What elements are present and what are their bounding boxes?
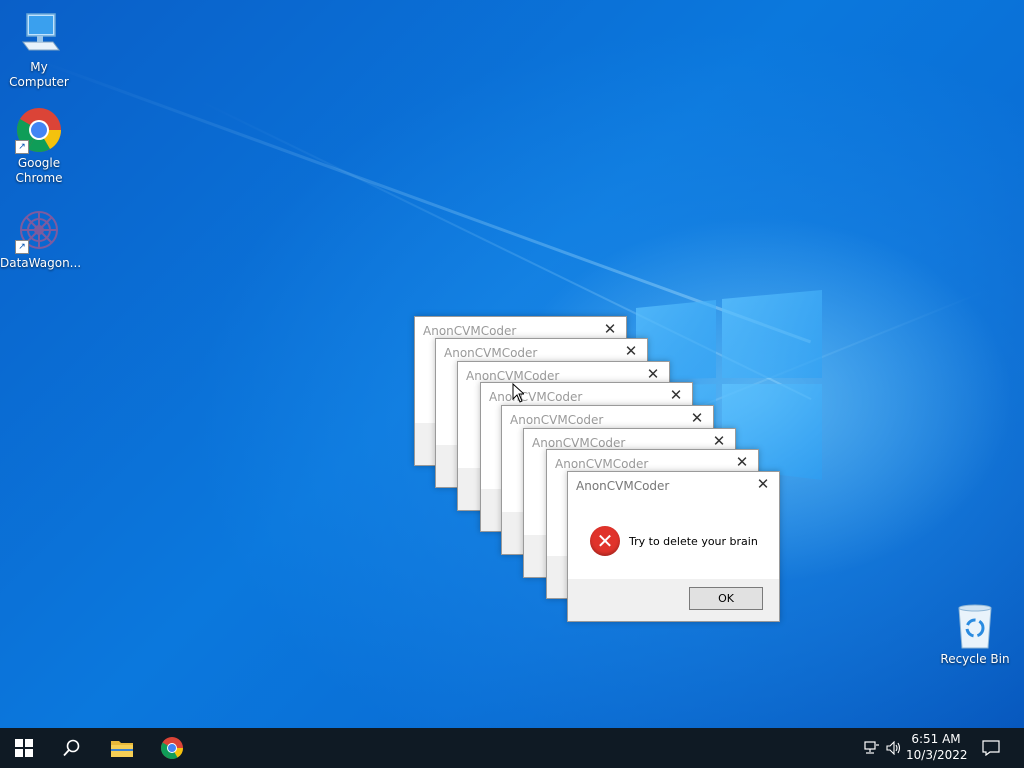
- dialog-title: AnonCVMCoder: [489, 390, 583, 404]
- desktop-icon-label: My Computer: [9, 60, 69, 89]
- windows-start-icon: [15, 739, 33, 757]
- network-icon[interactable]: [864, 741, 880, 755]
- computer-icon: [15, 10, 63, 58]
- close-icon[interactable]: ✕: [712, 434, 726, 449]
- folder-icon: [111, 741, 133, 757]
- chrome-icon: ↗: [15, 106, 63, 154]
- taskbar-chrome[interactable]: [148, 728, 196, 768]
- recycle-bin-icon: [951, 602, 999, 650]
- volume-icon[interactable]: [886, 741, 902, 755]
- close-icon[interactable]: ✕: [646, 367, 660, 382]
- ok-button[interactable]: OK: [689, 587, 763, 610]
- desktop-icon-recycle-bin[interactable]: Recycle Bin: [936, 602, 1014, 667]
- clock-time: 6:51 AM: [911, 732, 961, 746]
- dialog-message: Try to delete your brain: [629, 534, 758, 548]
- start-button[interactable]: [0, 728, 48, 768]
- desktop-icon-my-computer[interactable]: My Computer: [0, 10, 78, 90]
- dialog-title: AnonCVMCoder: [555, 457, 649, 471]
- dialog-body: ✕ Try to delete your brain: [590, 526, 758, 556]
- close-icon[interactable]: ✕: [669, 388, 683, 403]
- error-icon: ✕: [590, 526, 620, 556]
- datawagon-icon: ↗: [15, 206, 63, 254]
- chrome-icon: [161, 737, 183, 759]
- close-icon[interactable]: ✕: [690, 411, 704, 426]
- dialog-title: AnonCVMCoder: [510, 413, 604, 427]
- dialog-titlebar[interactable]: AnonCVMCoder ✕: [568, 472, 779, 500]
- desktop-icon-google-chrome[interactable]: ↗ Google Chrome: [0, 106, 78, 186]
- dialog-title: AnonCVMCoder: [576, 479, 670, 493]
- dialog-footer: OK: [568, 579, 779, 621]
- desktop-icon-label: DataWagon...: [0, 256, 82, 270]
- dialog-title: AnonCVMCoder: [423, 324, 517, 338]
- close-icon[interactable]: ✕: [603, 322, 617, 337]
- taskbar: 6:51 AM 10/3/2022: [0, 728, 1024, 768]
- desktop-icon-label: Google Chrome: [15, 156, 63, 185]
- clock-date: 10/3/2022: [906, 748, 968, 762]
- search-button[interactable]: [48, 728, 96, 768]
- close-icon[interactable]: ✕: [756, 477, 770, 492]
- close-icon[interactable]: ✕: [735, 455, 749, 470]
- dialog-title: AnonCVMCoder: [444, 346, 538, 360]
- taskbar-file-explorer[interactable]: [98, 728, 146, 768]
- shortcut-arrow-icon: ↗: [15, 140, 29, 154]
- notification-center-icon[interactable]: [982, 740, 1000, 756]
- desktop-icon-datawagon[interactable]: ↗ DataWagon...: [0, 206, 82, 271]
- close-icon[interactable]: ✕: [624, 344, 638, 359]
- mouse-cursor-icon: [512, 383, 524, 403]
- error-dialog-active[interactable]: AnonCVMCoder ✕ ✕ Try to delete your brai…: [567, 471, 780, 622]
- dialog-title: AnonCVMCoder: [466, 369, 560, 383]
- dialog-title: AnonCVMCoder: [532, 436, 626, 450]
- search-icon: [63, 739, 80, 757]
- desktop-icon-label: Recycle Bin: [940, 652, 1010, 666]
- shortcut-arrow-icon: ↗: [15, 240, 29, 254]
- taskbar-clock[interactable]: 6:51 AM 10/3/2022: [906, 731, 968, 763]
